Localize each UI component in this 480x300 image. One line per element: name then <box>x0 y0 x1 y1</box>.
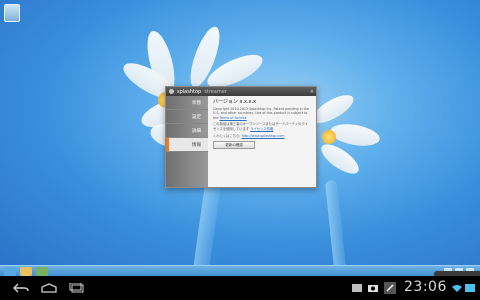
license-link[interactable]: ライセンス情報 <box>250 127 273 131</box>
sidebar-item-status[interactable]: 状態 <box>166 96 208 110</box>
ie-icon[interactable] <box>4 267 16 276</box>
website-text: くわしくはこちら: http://www.splashtop.com <box>213 134 311 139</box>
sidebar-item-label: 情報 <box>192 142 201 148</box>
app-name: splashtop <box>177 88 202 95</box>
window-titlebar: splashtop streamer × <box>166 87 316 96</box>
recycle-bin-icon[interactable] <box>4 4 20 22</box>
sidebar-item-label: 状態 <box>192 100 201 106</box>
copyright-text: Copyright 2010-2013 Splashtop Inc. Paten… <box>213 107 311 121</box>
screenshot-icon[interactable] <box>350 276 364 300</box>
close-button[interactable]: × <box>308 89 316 95</box>
sidebar-item-settings[interactable]: 設定 <box>166 110 208 124</box>
wifi-icon <box>452 276 462 300</box>
check-update-button[interactable]: 更新の確認 <box>213 141 255 150</box>
about-panel: バージョン x.x.x.x Copyright 2010-2013 Splash… <box>208 96 316 187</box>
status-clock: 23:06 <box>404 279 447 295</box>
version-heading: バージョン x.x.x.x <box>213 99 257 105</box>
android-navigation-bar: 23:06 <box>0 276 480 300</box>
back-icon[interactable] <box>10 276 32 300</box>
file-explorer-icon[interactable] <box>20 267 32 276</box>
home-icon[interactable] <box>38 276 60 300</box>
terms-link[interactable]: Terms of Service <box>219 116 246 120</box>
app-suffix: streamer <box>204 88 227 95</box>
splashtop-taskbar-icon[interactable] <box>36 267 48 276</box>
sidebar-item-advanced[interactable]: 詳細 <box>166 124 208 138</box>
camera-icon[interactable] <box>366 276 380 300</box>
website-prefix: くわしくはこちら: <box>213 133 241 138</box>
pen-icon[interactable] <box>382 276 398 300</box>
flower-stem <box>324 179 348 270</box>
website-link[interactable]: http://www.splashtop.com <box>242 134 285 138</box>
splashtop-logo-icon <box>169 89 174 94</box>
settings-sidebar: 状態 設定 詳細 情報 <box>166 96 208 187</box>
battery-icon <box>464 276 476 300</box>
sidebar-item-about[interactable]: 情報 <box>166 138 208 152</box>
splashtop-streamer-window: splashtop streamer × 状態 設定 詳細 情報 バージョン x… <box>165 86 317 188</box>
sidebar-item-label: 設定 <box>192 114 201 120</box>
notice-text: この製品は第三者のオープンソースまたはサードパーティのライセンスを使用しています… <box>213 122 311 131</box>
flower-center <box>322 130 336 144</box>
flower-petal <box>328 120 382 150</box>
sidebar-item-label: 詳細 <box>192 128 201 134</box>
recent-apps-icon[interactable] <box>66 276 88 300</box>
